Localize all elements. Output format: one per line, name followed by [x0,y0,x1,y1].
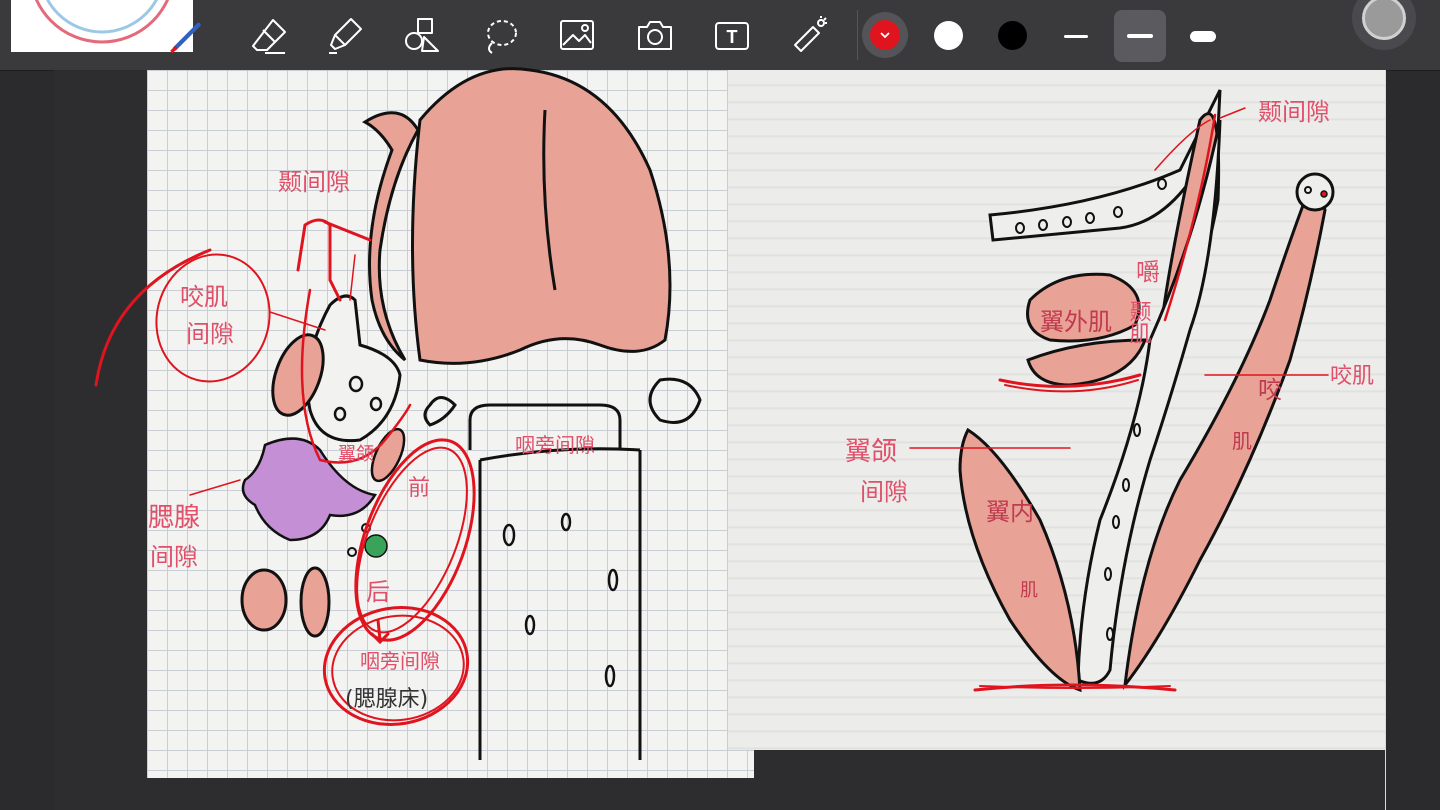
red-swatch [870,20,900,50]
highlighter-tool-button[interactable] [322,12,368,58]
shapes-icon [405,18,439,52]
highlighter-icon [329,18,362,54]
app-logo [11,0,193,52]
lasso-icon [487,20,517,54]
stroke-medium-icon [1127,34,1153,38]
text-icon: T [715,22,749,50]
eraser-tool-button[interactable] [246,12,292,58]
color-swatch-black[interactable] [998,21,1027,50]
shapes-tool-button[interactable] [399,12,445,58]
stroke-thick-icon [1190,30,1216,42]
avatar [1362,0,1406,40]
image-tool-button[interactable] [554,12,600,58]
svg-text:T: T [727,27,738,47]
pen-icon [170,22,201,54]
laser-pointer-tool-button[interactable] [786,12,832,58]
page-left-grid-image [147,70,754,778]
text-tool-button[interactable]: T [709,12,755,58]
eraser-icon [252,19,286,54]
stroke-thick-button[interactable] [1177,10,1229,62]
page-edge-line [1385,70,1386,810]
chevron-down-icon [880,32,890,39]
stroke-thin-icon [1064,34,1088,38]
color-swatch-white[interactable] [934,21,963,50]
toolbar-divider [857,10,858,60]
pen-tool-button[interactable] [168,12,202,58]
color-swatch-red-selected[interactable] [862,12,908,58]
laser-pointer-icon [794,16,827,52]
image-icon [560,20,594,50]
camera-icon [638,21,672,50]
stroke-thin-button[interactable] [1050,10,1102,62]
camera-tool-button[interactable] [632,12,678,58]
page-right-text-texture [728,70,1386,750]
lasso-tool-button[interactable] [477,12,523,58]
page-right-photo [728,70,1386,750]
stroke-medium-button[interactable] [1114,10,1166,62]
